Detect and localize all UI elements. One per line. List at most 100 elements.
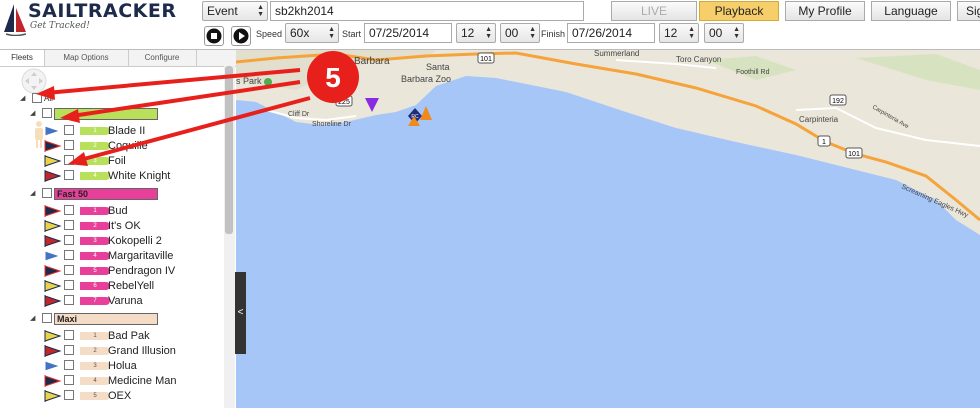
boat-checkbox[interactable] — [64, 390, 74, 400]
speed-select[interactable]: 60x ▲ ▼ — [285, 23, 339, 43]
fleet-checkbox[interactable] — [42, 188, 52, 198]
place-barbara: Barbara — [354, 56, 390, 67]
boat-checkbox[interactable] — [64, 375, 74, 385]
boat-checkbox[interactable] — [64, 170, 74, 180]
boat-checkbox[interactable] — [64, 280, 74, 290]
collapse-triangle-icon[interactable]: ◢ — [30, 107, 35, 121]
select-arrows-icon: ▲ ▼ — [529, 26, 536, 40]
boat-name: White Knight — [108, 170, 171, 182]
boat-name: Medicine Man — [108, 375, 177, 387]
boat-checkbox[interactable] — [64, 360, 74, 370]
boat-flag-icon — [44, 295, 62, 307]
sailtracker-logo[interactable]: SAILTRACKER Get Tracked! — [2, 0, 198, 48]
collapse-triangle-icon[interactable]: ◢ — [30, 312, 35, 326]
boat-flag-icon — [44, 250, 62, 262]
language-button[interactable]: Language — [871, 1, 951, 21]
boat-name: Coquille — [108, 140, 148, 152]
place-park: s Park — [236, 76, 262, 86]
start-min-value: 00 — [505, 26, 519, 40]
checkbox-all[interactable] — [32, 93, 42, 103]
speed-label: Speed — [256, 29, 283, 39]
boat-flag-icon — [44, 140, 62, 152]
finish-hour-select[interactable]: 12 ▲ ▼ — [659, 23, 699, 43]
map-view[interactable]: 101 192 1 101 225 Santa Barbara Barbara … — [236, 50, 980, 408]
start-min-select[interactable]: 00 ▲ ▼ — [500, 23, 540, 43]
route-shield-192: 192 — [829, 94, 847, 106]
boat-checkbox[interactable] — [64, 345, 74, 355]
boat-flag-icon — [44, 360, 62, 372]
stop-icon — [206, 28, 222, 44]
boat-checkbox[interactable] — [64, 235, 74, 245]
route-shield-101: 101 — [477, 52, 495, 64]
boat-name: Pendragon IV — [108, 265, 176, 277]
sidebar-scrollbar[interactable] — [224, 66, 235, 408]
mode-select[interactable]: Event ▲ ▼ — [202, 1, 268, 21]
finish-min-value: 00 — [709, 26, 723, 40]
scrollbar-thumb[interactable] — [225, 66, 233, 234]
boat-name: Bad Pak — [108, 330, 150, 342]
stop-button[interactable] — [204, 26, 224, 46]
boat-number-tag: 4 — [80, 252, 110, 260]
route-shield-101b: 101 — [845, 147, 863, 159]
boat-number-tag: 1 — [80, 207, 110, 215]
boat-checkbox[interactable] — [64, 205, 74, 215]
boat-number-tag: 3 — [80, 362, 110, 370]
play-button[interactable] — [231, 26, 251, 46]
tab-fleets[interactable]: Fleets — [0, 50, 45, 66]
boat-number-tag: 4 — [80, 377, 110, 385]
fleet-checkbox[interactable] — [42, 313, 52, 323]
boat-checkbox[interactable] — [64, 330, 74, 340]
live-button[interactable]: LIVE — [611, 1, 697, 21]
boat-name: It's OK — [108, 220, 141, 232]
boat-checkbox[interactable] — [64, 295, 74, 305]
collapse-sidebar-tab[interactable]: < — [235, 272, 246, 354]
fleet-name-badge: Fast 50 — [54, 188, 158, 200]
boat-checkbox[interactable] — [64, 155, 74, 165]
select-arrows-icon: ▲ ▼ — [733, 26, 740, 40]
boat-name: Bud — [108, 205, 128, 217]
play-icon — [233, 28, 249, 44]
boat-name: Holua — [108, 360, 137, 372]
fleet-sidebar: Fleets Map Options Configure ◢ All ◢ 1 Bla… — [0, 50, 237, 408]
select-arrows-icon: ▲ ▼ — [328, 26, 335, 40]
boat-checkbox[interactable] — [64, 140, 74, 150]
boat-flag-icon — [44, 265, 62, 277]
place-carpinteria: Carpinteria — [799, 115, 839, 124]
select-arrows-icon: ▲ ▼ — [688, 26, 695, 40]
boat-flag-icon — [44, 390, 62, 402]
event-name-field[interactable]: sb2kh2014 — [270, 1, 584, 21]
playback-button[interactable]: Playback — [699, 1, 779, 21]
app-tagline: Get Tracked! — [30, 21, 90, 31]
boat-checkbox[interactable] — [64, 220, 74, 230]
all-label: All — [44, 94, 53, 103]
boat-flag-icon — [44, 375, 62, 387]
finish-date-field[interactable]: 07/26/2014 — [567, 23, 655, 43]
boat-checkbox[interactable] — [64, 265, 74, 275]
boat-number-tag: 5 — [80, 392, 110, 400]
boat-flag-icon — [44, 155, 62, 167]
boat-flag-icon — [44, 125, 62, 137]
sign-button[interactable]: Sig — [957, 1, 980, 21]
sidebar-tabs: Fleets Map Options Configure — [0, 50, 236, 67]
boat-number-tag: 2 — [80, 142, 110, 150]
tab-map-options[interactable]: Map Options — [44, 50, 129, 66]
boat-checkbox[interactable] — [64, 250, 74, 260]
fleet-checkbox[interactable] — [42, 108, 52, 118]
boat-checkbox[interactable] — [64, 125, 74, 135]
route-shield-225: 225 — [335, 95, 353, 107]
sail-icon — [4, 4, 27, 36]
start-hour-select[interactable]: 12 ▲ ▼ — [456, 23, 496, 43]
select-arrows-icon: ▲ ▼ — [257, 4, 264, 18]
collapse-triangle-icon[interactable]: ◢ — [30, 187, 35, 201]
boat-name: OEX — [108, 390, 132, 402]
pan-control-icon[interactable] — [20, 67, 48, 95]
place-shoreline-dr: Shoreline Dr — [312, 121, 352, 128]
finish-min-select[interactable]: 00 ▲ ▼ — [704, 23, 744, 43]
map-canvas[interactable]: 101 192 1 101 225 Santa Barbara Barbara … — [236, 50, 980, 408]
boat-flag-icon — [44, 345, 62, 357]
tab-configure[interactable]: Configure — [128, 50, 197, 66]
start-date-field[interactable]: 07/25/2014 — [364, 23, 452, 43]
boat-number-tag: 7 — [80, 297, 110, 305]
my-profile-button[interactable]: My Profile — [785, 1, 865, 21]
collapse-triangle-icon[interactable]: ◢ — [20, 92, 25, 106]
